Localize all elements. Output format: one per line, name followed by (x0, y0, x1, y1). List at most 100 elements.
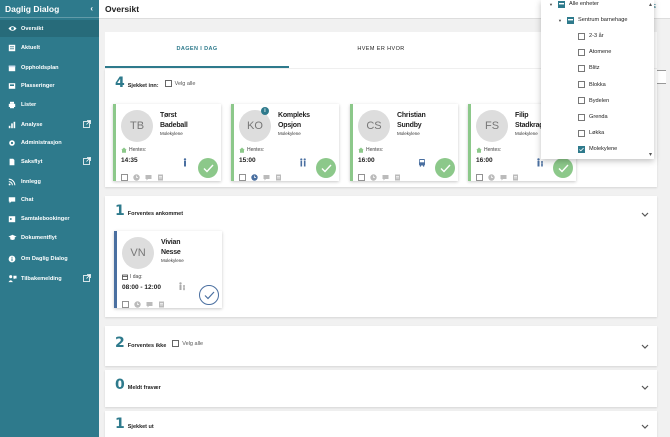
dd-group-item[interactable]: Molekylene (578, 144, 617, 154)
sidebar-item-dokumentflyt[interactable]: Dokumentflyt (0, 229, 99, 246)
child-name: Filip Stadkrag (515, 112, 544, 129)
checkbox[interactable] (578, 113, 585, 121)
clock-icon[interactable] (134, 295, 141, 308)
dd-label: Grenda (589, 114, 608, 120)
checkbox-indeterminate[interactable] (558, 0, 565, 8)
checkbox[interactable] (578, 32, 585, 40)
checkbox[interactable] (578, 64, 585, 72)
checked-in-indicator[interactable] (198, 158, 218, 178)
dd-all-units[interactable]: ▼ Alle enheter (549, 0, 599, 9)
sidebar-item-saksflyt[interactable]: Saksflyt (0, 153, 99, 170)
checkbox[interactable] (578, 97, 585, 105)
sidebar-item-oppholdsplan[interactable]: Oppholdsplan (0, 59, 99, 76)
checked-out-panel: 1 Sjekket ut (105, 411, 657, 437)
clock-icon[interactable] (251, 168, 258, 181)
sidebar-item-samtalebookinger[interactable]: Samtalebookinger (0, 210, 99, 227)
message-icon[interactable] (382, 168, 389, 181)
message-icon[interactable] (263, 168, 270, 181)
checkbox[interactable] (164, 80, 172, 87)
dd-kindergarten[interactable]: ▼ Sentrum barnehage (558, 15, 627, 25)
absent-header[interactable]: 0 Meldt fravær (115, 377, 161, 393)
checkbox-indeterminate[interactable] (567, 16, 574, 24)
message-icon[interactable] (145, 168, 152, 181)
dd-group-item[interactable]: Blokka (578, 80, 606, 90)
checked-out-label: Sjekket ut (127, 424, 154, 430)
note-icon[interactable] (158, 295, 165, 308)
checked-in-indicator[interactable] (316, 158, 336, 178)
sidebar-item-tilbakemelding[interactable]: Tilbakemelding (0, 270, 99, 287)
checked-out-header[interactable]: 1 Sjekket ut (115, 416, 154, 432)
child-name: Kompleks Opsjon (278, 112, 310, 129)
child-card[interactable]: TB Tørst Badeball Molekylene Hentes: 14:35 (113, 104, 221, 181)
checkbox[interactable] (239, 168, 246, 181)
message-icon[interactable] (146, 295, 153, 308)
child-card-expected[interactable]: VN Vivian Nesse Molekylene I dag: 08:00 -… (114, 231, 222, 308)
chevron-left-icon[interactable]: ‹ (90, 4, 93, 13)
sidebar-item-label: Innlegg (21, 178, 41, 185)
sidebar-item-lister[interactable]: Lister (0, 96, 99, 113)
checkbox[interactable] (121, 168, 128, 181)
note-icon[interactable] (394, 168, 401, 181)
sidebar-item-administrasjon[interactable]: Administrasjon (0, 134, 99, 151)
checkbox[interactable] (578, 48, 585, 56)
sidebar-item-aktuelt[interactable]: Aktuelt (0, 39, 99, 56)
sidebar-item-label: Oppholdsplan (21, 64, 59, 71)
caret-down-icon[interactable]: ▼ (549, 2, 554, 7)
sidebar-item-label: Analyse (21, 121, 43, 128)
clock-icon[interactable] (370, 168, 377, 181)
chart-icon (7, 120, 17, 130)
child-card[interactable]: KO i Kompleks Opsjon Molekylene Hentes: 15:00 (231, 104, 339, 181)
child-group: Molekylene (278, 131, 301, 136)
info-badge[interactable]: i (261, 107, 269, 115)
expected-header[interactable]: 1 Forventes ankommet (115, 203, 183, 219)
chevron-down-icon[interactable] (641, 385, 649, 391)
dd-group-item[interactable]: Bydelen (578, 96, 609, 106)
sidebar: Daglig Dialog ‹ Oversikt Aktuelt Oppholdsp… (0, 0, 99, 437)
check-icon (558, 164, 569, 173)
sidebar-item-om-daglig-dialog[interactable]: Om Daglig Dialog (0, 250, 99, 267)
checkbox[interactable] (578, 129, 585, 137)
checkbox[interactable] (172, 340, 180, 347)
note-icon[interactable] (275, 168, 282, 181)
scrollbar[interactable] (649, 2, 652, 157)
checkbox[interactable] (358, 168, 365, 181)
select-all-checked-in[interactable]: Velg alle (164, 80, 195, 87)
not-expected-count: 2 (115, 335, 125, 351)
checked-in-indicator[interactable] (553, 158, 573, 178)
dd-group-item[interactable]: 2-3 år (578, 31, 604, 41)
note-icon[interactable] (512, 168, 519, 181)
dd-group-item[interactable]: Atomene (578, 47, 611, 57)
checkbox[interactable] (578, 81, 585, 89)
check-icon (204, 291, 214, 299)
chevron-down-icon[interactable] (641, 212, 649, 218)
checkbox[interactable] (578, 145, 585, 153)
dd-group-item[interactable]: Løkka (578, 128, 604, 138)
caret-down-icon[interactable]: ▼ (558, 18, 563, 23)
checkbox[interactable] (476, 168, 483, 181)
tab-hvem-er-hvor[interactable]: HVEM ER HVOR (289, 32, 473, 66)
note-icon[interactable] (157, 168, 164, 181)
sidebar-item-innlegg[interactable]: Innlegg (0, 173, 99, 190)
chevron-down-icon[interactable] (641, 424, 649, 430)
child-card[interactable]: CS Christian Sundby Molekylene Hentes: 16:00 (350, 104, 458, 181)
select-all-not-expected[interactable]: Velg alle (172, 340, 203, 347)
sidebar-item-chat[interactable]: Chat (0, 191, 99, 208)
chevron-down-icon[interactable] (641, 344, 649, 350)
checked-in-indicator[interactable] (435, 158, 455, 178)
not-expected-panel: 2 Forventes ikke Velg alle (105, 326, 657, 366)
checkbox[interactable] (122, 295, 129, 308)
clock-icon[interactable] (133, 168, 140, 181)
avatar: FS (476, 110, 508, 142)
tab-dagen-i-dag[interactable]: DAGEN I DAG (105, 32, 289, 66)
sidebar-item-oversikt[interactable]: Oversikt (0, 20, 99, 37)
sidebar-item-plasseringer[interactable]: Plasseringer (0, 77, 99, 94)
dd-group-item[interactable]: Grenda (578, 112, 608, 122)
check-in-button[interactable] (199, 285, 219, 305)
not-expected-header[interactable]: 2 Forventes ikke Velg alle (115, 335, 203, 351)
sidebar-item-analyse[interactable]: Analyse (0, 116, 99, 133)
sidebar-item-label: Aktuelt (21, 44, 40, 51)
page-title: Oversikt (105, 4, 140, 14)
message-icon[interactable] (500, 168, 507, 181)
dd-group-item[interactable]: Blitz (578, 63, 600, 73)
clock-icon[interactable] (488, 168, 495, 181)
